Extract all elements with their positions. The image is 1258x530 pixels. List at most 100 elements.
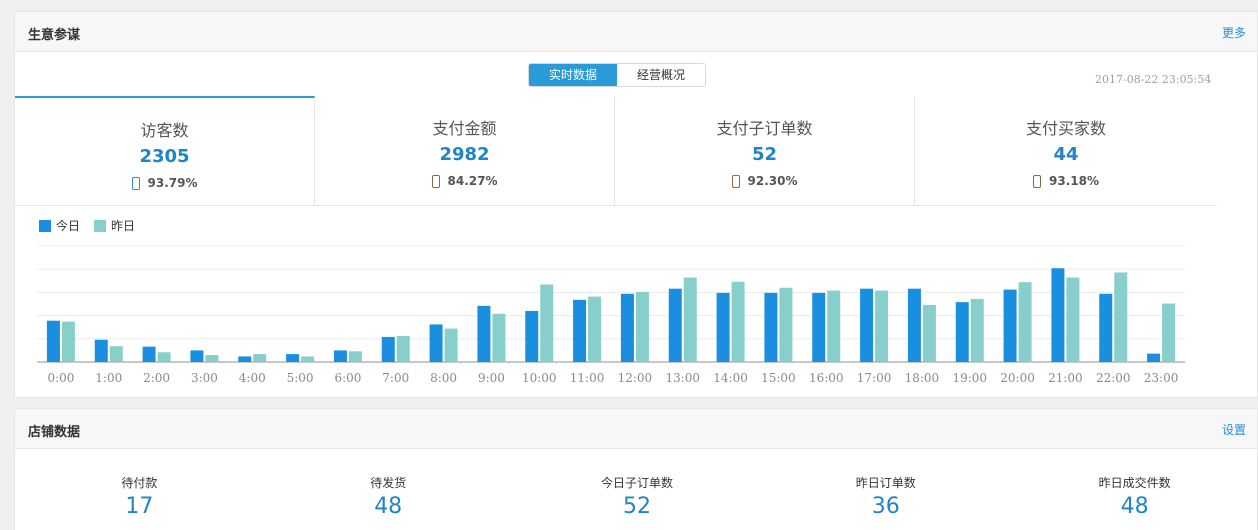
bar-today[interactable] xyxy=(1147,353,1161,362)
x-tick-label: 20:00 xyxy=(1000,371,1035,385)
bar-yesterday[interactable] xyxy=(396,336,410,362)
bar-yesterday[interactable] xyxy=(253,354,267,362)
stat-mobile-pct: 93.18% xyxy=(1049,174,1099,188)
bar-today[interactable] xyxy=(716,292,730,362)
x-tick-label: 13:00 xyxy=(665,371,700,385)
bar-yesterday[interactable] xyxy=(875,290,889,362)
stat-mobile-share: 93.18% xyxy=(915,174,1217,188)
bar-today[interactable] xyxy=(381,336,395,362)
bar-today[interactable] xyxy=(860,288,874,362)
bar-today[interactable] xyxy=(1003,289,1017,362)
kpi-yesterday-items[interactable]: 昨日成交件数 48 xyxy=(1010,471,1258,526)
kpi-value: 48 xyxy=(374,494,403,519)
bar-yesterday[interactable] xyxy=(1018,282,1032,362)
bar-yesterday[interactable] xyxy=(635,291,649,362)
panel-title: 生意参谋 xyxy=(28,28,81,43)
bar-yesterday[interactable] xyxy=(683,277,697,362)
stat-buyers[interactable]: 支付买家数 44 93.18% xyxy=(915,96,1217,205)
bar-yesterday[interactable] xyxy=(588,296,602,362)
bar-today[interactable] xyxy=(142,346,156,362)
x-tick-label: 6:00 xyxy=(334,371,361,385)
data-tabs: 实时数据 经营概况 xyxy=(528,63,706,87)
bar-yesterday[interactable] xyxy=(157,352,171,362)
legend-today[interactable]: 今日 xyxy=(39,217,80,234)
kpi-label: 待付款 xyxy=(121,476,158,490)
bar-yesterday[interactable] xyxy=(731,281,745,362)
bar-today[interactable] xyxy=(812,292,826,362)
bar-today[interactable] xyxy=(429,324,443,362)
stat-visitors[interactable]: 访客数 2305 93.79% xyxy=(15,96,315,205)
stat-payment-amount[interactable]: 支付金额 2982 84.27% xyxy=(315,96,615,205)
stats-row: 访客数 2305 93.79% 支付金额 2982 84.27% 支付子订单数 … xyxy=(15,96,1217,206)
kpi-yesterday-orders[interactable]: 昨日订单数 36 xyxy=(761,471,1010,526)
bar-yesterday[interactable] xyxy=(492,313,506,362)
legend-swatch-yesterday xyxy=(94,219,107,232)
bar-today[interactable] xyxy=(477,305,491,362)
bar-today[interactable] xyxy=(907,288,921,362)
bar-yesterday[interactable] xyxy=(827,290,841,362)
stat-sub-orders[interactable]: 支付子订单数 52 92.30% xyxy=(615,96,915,205)
bar-yesterday[interactable] xyxy=(444,328,458,362)
legend-label: 今日 xyxy=(56,219,81,233)
kpi-label: 待发货 xyxy=(370,476,407,490)
legend-swatch-today xyxy=(39,219,51,232)
tab-overview[interactable]: 经营概况 xyxy=(617,64,705,86)
bar-yesterday[interactable] xyxy=(779,287,793,362)
stat-mobile-pct: 92.30% xyxy=(747,174,798,188)
bar-yesterday[interactable] xyxy=(348,351,362,362)
x-tick-label: 23:00 xyxy=(1144,371,1179,385)
bar-today[interactable] xyxy=(238,356,252,362)
more-link[interactable]: 更多 xyxy=(1222,24,1246,41)
x-tick-label: 3:00 xyxy=(191,371,218,385)
bar-yesterday[interactable] xyxy=(540,284,554,362)
bar-yesterday[interactable] xyxy=(922,304,936,362)
x-tick-label: 7:00 xyxy=(382,371,409,385)
stat-value: 52 xyxy=(751,144,778,165)
kpi-pending-shipment[interactable]: 待发货 48 xyxy=(264,471,513,526)
stat-mobile-pct: 93.79% xyxy=(147,176,198,190)
store-data-panel: 店铺数据 设置 待付款 17 待发货 48 今日子订单数 52 昨日订单数 36… xyxy=(14,408,1258,530)
bar-today[interactable] xyxy=(764,292,778,362)
kpi-label: 昨日成交件数 xyxy=(1098,476,1171,490)
bar-today[interactable] xyxy=(668,288,682,362)
x-tick-label: 5:00 xyxy=(287,371,314,385)
bar-today[interactable] xyxy=(1051,268,1065,362)
x-tick-label: 8:00 xyxy=(430,371,457,385)
kpi-value: 36 xyxy=(871,494,900,519)
stat-value: 44 xyxy=(1053,144,1079,165)
bar-yesterday[interactable] xyxy=(301,356,315,362)
bar-yesterday[interactable] xyxy=(109,346,123,362)
kpi-today-sub-orders[interactable]: 今日子订单数 52 xyxy=(513,471,762,526)
x-tick-label: 10:00 xyxy=(522,371,557,385)
bar-today[interactable] xyxy=(1099,293,1113,362)
chart-legend: 今日 昨日 xyxy=(39,217,135,234)
bar-today[interactable] xyxy=(286,354,300,362)
bar-today[interactable] xyxy=(190,350,204,362)
bar-yesterday[interactable] xyxy=(1114,272,1128,362)
panel-title: 店铺数据 xyxy=(28,425,81,440)
bar-yesterday[interactable] xyxy=(1066,277,1080,362)
kpi-label: 昨日订单数 xyxy=(855,476,916,490)
bar-yesterday[interactable] xyxy=(970,298,984,362)
kpi-pending-payment[interactable]: 待付款 17 xyxy=(15,471,264,526)
bar-today[interactable] xyxy=(94,339,108,362)
legend-yesterday[interactable]: 昨日 xyxy=(94,217,135,234)
bar-today[interactable] xyxy=(573,299,587,362)
bar-today[interactable] xyxy=(46,320,60,362)
bar-today[interactable] xyxy=(955,302,969,362)
bar-today[interactable] xyxy=(620,293,634,362)
tab-realtime[interactable]: 实时数据 xyxy=(529,64,617,86)
phone-icon xyxy=(731,174,740,188)
x-tick-label: 2:00 xyxy=(143,371,170,385)
stat-mobile-pct: 84.27% xyxy=(447,174,498,188)
bar-today[interactable] xyxy=(333,350,347,362)
phone-icon xyxy=(131,176,140,190)
bar-yesterday[interactable] xyxy=(1162,303,1176,362)
phone-icon xyxy=(1033,174,1041,188)
bar-yesterday[interactable] xyxy=(205,355,219,362)
x-tick-label: 22:00 xyxy=(1096,371,1131,385)
settings-link[interactable]: 设置 xyxy=(1222,421,1246,438)
bar-today[interactable] xyxy=(525,310,539,362)
x-tick-label: 19:00 xyxy=(952,371,987,385)
bar-yesterday[interactable] xyxy=(61,321,75,362)
